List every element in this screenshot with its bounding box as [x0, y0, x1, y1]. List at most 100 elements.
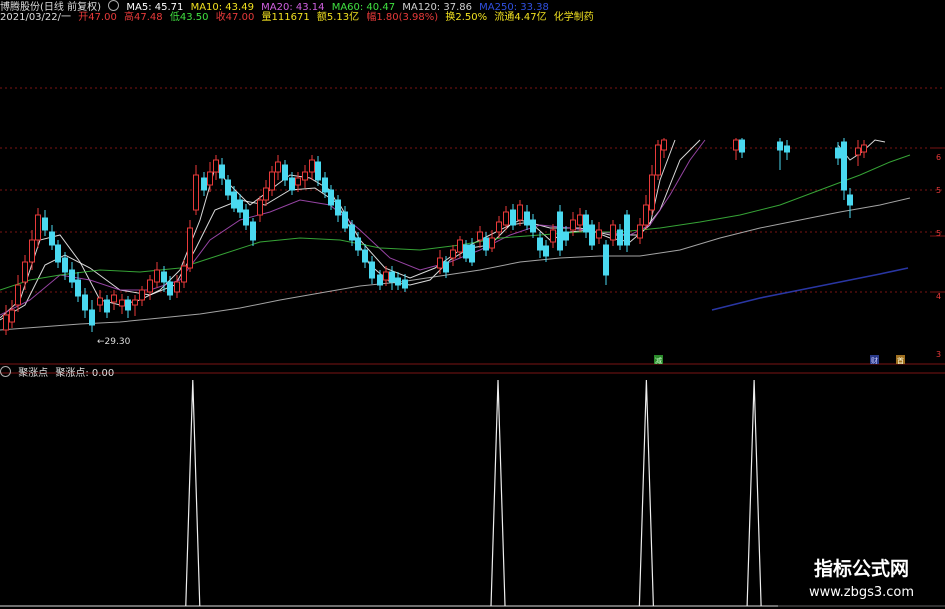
- candle: [342, 211, 348, 229]
- candle: [3, 314, 9, 331]
- candle: [207, 171, 213, 186]
- candle: [119, 299, 125, 307]
- candle: [847, 194, 853, 206]
- candle: [328, 189, 334, 206]
- candle: [443, 261, 449, 273]
- candle: [15, 284, 21, 306]
- candle: [167, 281, 173, 296]
- candle: [510, 209, 516, 226]
- candle: [82, 294, 88, 311]
- candle: [275, 161, 281, 173]
- candle: [402, 279, 408, 289]
- candle: [139, 289, 145, 301]
- event-marker-shou[interactable]: 首: [897, 356, 904, 365]
- candle: [69, 269, 75, 283]
- candle: [733, 139, 739, 151]
- candle: [161, 271, 167, 283]
- candle: [395, 277, 401, 286]
- candle: [477, 231, 483, 241]
- event-marker-jian[interactable]: 减: [655, 356, 662, 365]
- indicator-spike: [638, 379, 654, 607]
- candle: [193, 174, 199, 211]
- candle: [257, 199, 263, 216]
- candle: [739, 139, 745, 153]
- candle: [322, 177, 328, 193]
- candle: [125, 299, 131, 311]
- watermark-url: www.zbgs3.com: [808, 585, 915, 600]
- candle: [503, 211, 509, 226]
- candle: [174, 281, 180, 293]
- indicator-settings-icon[interactable]: [0, 366, 11, 377]
- candle: [22, 261, 28, 283]
- indicator-spike: [746, 379, 762, 607]
- candle: [489, 237, 495, 249]
- candle: [349, 224, 355, 241]
- candle: [219, 164, 225, 179]
- candle: [35, 214, 41, 241]
- kline-chart[interactable]: ←29.30 减 财 首 6 5 5 4 3: [0, 0, 945, 609]
- candle: [437, 257, 443, 269]
- candle: [187, 227, 193, 269]
- watermark-title: 指标公式网: [813, 558, 909, 580]
- candle: [29, 239, 35, 263]
- candle: [132, 299, 138, 306]
- candle: [861, 144, 867, 153]
- candle: [42, 217, 48, 231]
- candle: [369, 261, 375, 279]
- candle: [55, 244, 61, 263]
- ma-line: [711, 267, 909, 311]
- candle: [469, 244, 475, 263]
- right-axis: 6 5 5 4 3: [936, 153, 941, 359]
- event-marker-cai[interactable]: 财: [871, 356, 878, 365]
- candle: [643, 204, 649, 226]
- candle: [589, 224, 595, 246]
- candle: [282, 164, 288, 181]
- candle: [603, 244, 609, 276]
- indicator-header: 聚涨点 聚涨点: 0.00: [0, 366, 118, 380]
- axis-tick: 3: [936, 350, 941, 359]
- candle: [302, 171, 308, 181]
- candle: [355, 237, 361, 251]
- candle: [450, 249, 456, 259]
- candle: [463, 244, 469, 259]
- indicator-spike: [490, 379, 506, 607]
- candle: [624, 214, 630, 246]
- candle: [655, 144, 661, 176]
- candle: [596, 229, 602, 239]
- axis-tick: 4: [936, 292, 941, 301]
- candle: [362, 249, 368, 263]
- candle: [263, 187, 269, 201]
- candle: [617, 229, 623, 246]
- candle: [637, 224, 643, 239]
- candle: [530, 219, 536, 233]
- candle: [563, 231, 569, 241]
- axis-tick: 5: [936, 186, 941, 195]
- candle: [383, 271, 389, 281]
- candle: [777, 141, 783, 151]
- candle: [784, 145, 790, 153]
- candle: [570, 219, 576, 231]
- indicator-name[interactable]: 聚涨点: [18, 368, 48, 379]
- candle: [154, 269, 160, 283]
- candle: [315, 161, 321, 181]
- indicator-spike: [185, 379, 201, 607]
- candle: [389, 271, 395, 283]
- ma-line: [0, 197, 911, 331]
- candle: [269, 171, 275, 191]
- candle: [841, 141, 847, 191]
- candle: [543, 245, 549, 257]
- candle: [181, 265, 187, 283]
- candle: [289, 177, 295, 191]
- candle: [835, 147, 841, 159]
- candle: [111, 294, 117, 303]
- candle: [75, 279, 81, 297]
- candle: [231, 191, 237, 209]
- candle: [550, 229, 556, 243]
- indicator-value: 聚涨点: 0.00: [55, 368, 115, 379]
- candle: [661, 139, 667, 151]
- watermark: 指标公式网 www.zbgs3.com: [778, 548, 945, 609]
- candle: [483, 237, 489, 251]
- candle: [104, 299, 110, 313]
- candle: [9, 309, 15, 323]
- candle: [457, 239, 463, 253]
